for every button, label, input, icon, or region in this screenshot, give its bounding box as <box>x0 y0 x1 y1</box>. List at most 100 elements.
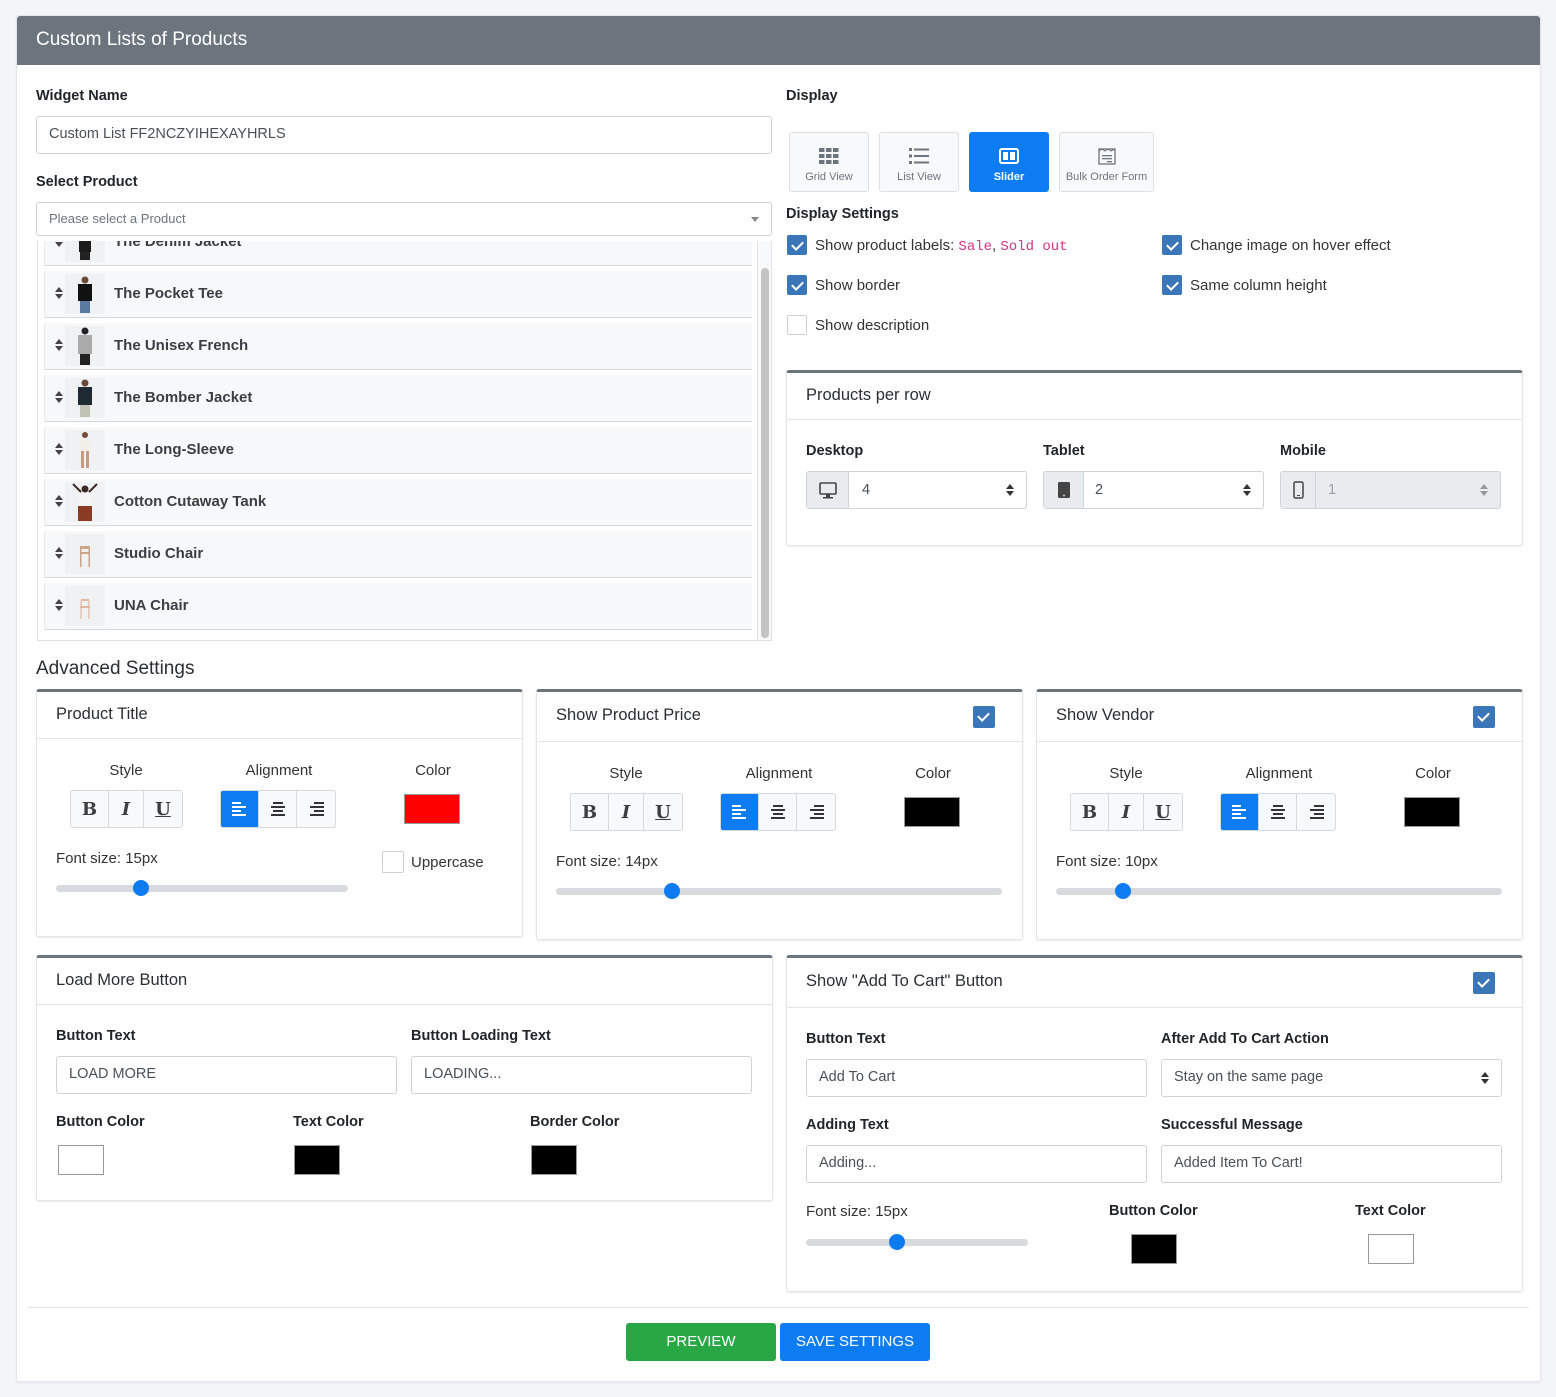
after-add-to-cart-action-select[interactable]: Stay on the same page <box>1161 1059 1502 1097</box>
product-price-card: Show Product Price Style B I U Alignment… <box>536 689 1023 940</box>
font-size-slider[interactable] <box>1056 883 1502 899</box>
card-title: Show "Add To Cart" Button <box>806 972 1003 990</box>
list-item[interactable]: The Denim Jacket <box>44 241 752 266</box>
product-title-color-swatch[interactable] <box>404 794 460 824</box>
display-grid-view-button[interactable]: Grid View <box>789 132 869 192</box>
load-more-text-color-swatch[interactable] <box>294 1145 340 1175</box>
bold-button[interactable]: B <box>71 791 109 827</box>
bold-button[interactable]: B <box>571 794 609 830</box>
drag-handle-icon[interactable] <box>55 287 63 301</box>
list-item[interactable]: The Bomber Jacket <box>44 375 752 422</box>
alignment-label: Alignment <box>1245 765 1313 782</box>
align-right-button[interactable] <box>797 794 835 830</box>
alignment-label: Alignment <box>745 765 813 782</box>
scrollbar-thumb[interactable] <box>761 268 769 638</box>
vendor-color-swatch[interactable] <box>1404 797 1460 827</box>
align-center-button[interactable] <box>1259 794 1297 830</box>
show-border-checkbox[interactable] <box>787 275 807 295</box>
successful-message-input[interactable]: Added Item To Cart! <box>1161 1145 1502 1183</box>
display-option-label: Slider <box>993 171 1025 183</box>
display-option-label: List View <box>897 171 941 183</box>
change-image-hover-checkbox[interactable] <box>1162 235 1182 255</box>
show-product-labels-checkbox[interactable] <box>787 235 807 255</box>
preview-button[interactable]: PREVIEW <box>626 1323 776 1361</box>
card-header: Show Vendor <box>1037 692 1522 742</box>
italic-button[interactable]: I <box>1109 794 1144 830</box>
display-list-view-button[interactable]: List View <box>879 132 959 192</box>
product-price-color-swatch[interactable] <box>904 797 960 827</box>
display-slider-button[interactable]: Slider <box>969 132 1049 192</box>
alignment-label: Alignment <box>245 762 313 779</box>
load-more-loading-text-input[interactable]: LOADING... <box>411 1056 752 1094</box>
drag-handle-icon[interactable] <box>55 241 63 249</box>
drag-handle-icon[interactable] <box>55 339 63 353</box>
underline-button[interactable]: U <box>1144 794 1182 830</box>
display-label: Display <box>786 88 838 104</box>
drag-handle-icon[interactable] <box>55 547 63 561</box>
align-left-button[interactable] <box>1221 794 1259 830</box>
slider-knob[interactable] <box>663 883 680 899</box>
desktop-per-row-select[interactable]: 4 <box>806 471 1027 509</box>
product-list-scrollbar[interactable] <box>757 241 771 640</box>
text-color-label: Text Color <box>293 1114 364 1130</box>
adding-text-input[interactable]: Adding... <box>806 1145 1147 1183</box>
italic-button[interactable]: I <box>609 794 644 830</box>
drag-handle-icon[interactable] <box>55 599 63 613</box>
slider-knob[interactable] <box>132 880 149 896</box>
list-item[interactable]: The Unisex French <box>44 323 752 370</box>
show-add-to-cart-checkbox[interactable] <box>1473 972 1495 994</box>
load-more-button-color-swatch[interactable] <box>58 1145 104 1175</box>
tablet-per-row-select[interactable]: 2 <box>1043 471 1264 509</box>
font-size-slider[interactable] <box>56 880 348 896</box>
show-description-label: Show description <box>815 317 930 334</box>
list-item[interactable]: The Pocket Tee <box>44 271 752 318</box>
align-right-button[interactable] <box>1297 794 1335 830</box>
align-center-button[interactable] <box>759 794 797 830</box>
list-item[interactable]: The Long-Sleeve <box>44 427 752 474</box>
same-column-height-checkbox[interactable] <box>1162 275 1182 295</box>
save-settings-button[interactable]: SAVE SETTINGS <box>780 1323 930 1361</box>
load-more-button-text-input[interactable]: LOAD MORE <box>56 1056 397 1094</box>
italic-button[interactable]: I <box>109 791 144 827</box>
load-more-border-color-swatch[interactable] <box>531 1145 577 1175</box>
list-item[interactable]: Studio Chair <box>44 531 752 578</box>
same-column-height-label: Same column height <box>1190 277 1327 294</box>
bold-button[interactable]: B <box>1071 794 1109 830</box>
align-center-icon <box>1270 805 1285 819</box>
slider-knob[interactable] <box>1114 883 1131 899</box>
mobile-per-row-select[interactable]: 1 <box>1280 471 1501 509</box>
list-item[interactable]: UNA Chair <box>44 583 752 630</box>
font-size-slider[interactable] <box>806 1234 1028 1250</box>
select-product-dropdown[interactable]: Please select a Product <box>36 202 772 236</box>
add-to-cart-button-text-input[interactable]: Add To Cart <box>806 1059 1147 1097</box>
add-to-cart-button-color-swatch[interactable] <box>1131 1234 1177 1264</box>
show-product-price-checkbox[interactable] <box>973 706 995 728</box>
align-right-button[interactable] <box>297 791 335 827</box>
widget-name-input[interactable]: Custom List FF2NCZYIHEXAYHRLS <box>36 116 772 154</box>
list-item[interactable]: Cotton Cutaway Tank <box>44 479 752 526</box>
slider-knob[interactable] <box>889 1234 906 1250</box>
font-size-slider[interactable] <box>556 883 1002 899</box>
color-label: Color <box>415 762 451 779</box>
underline-button[interactable]: U <box>144 791 182 827</box>
product-name: The Bomber Jacket <box>114 389 253 406</box>
drag-handle-icon[interactable] <box>55 495 63 509</box>
product-title-card: Product Title Style B I U Alignment Colo… <box>36 689 523 937</box>
uppercase-checkbox[interactable] <box>382 851 404 873</box>
align-left-button[interactable] <box>721 794 759 830</box>
drag-handle-icon[interactable] <box>55 391 63 405</box>
alignment-button-group <box>1220 793 1336 831</box>
show-vendor-checkbox[interactable] <box>1473 706 1495 728</box>
product-thumbnail <box>65 274 105 314</box>
align-center-button[interactable] <box>259 791 297 827</box>
display-bulk-order-form-button[interactable]: Bulk Order Form <box>1059 132 1154 192</box>
product-thumbnail <box>65 534 105 574</box>
align-left-button[interactable] <box>221 791 259 827</box>
product-name: Cotton Cutaway Tank <box>114 493 267 510</box>
underline-button[interactable]: U <box>644 794 682 830</box>
add-to-cart-text-color-swatch[interactable] <box>1368 1234 1414 1264</box>
drag-handle-icon[interactable] <box>55 443 63 457</box>
show-description-checkbox[interactable] <box>787 315 807 335</box>
chevron-down-icon <box>751 217 759 222</box>
align-right-icon <box>310 802 324 816</box>
